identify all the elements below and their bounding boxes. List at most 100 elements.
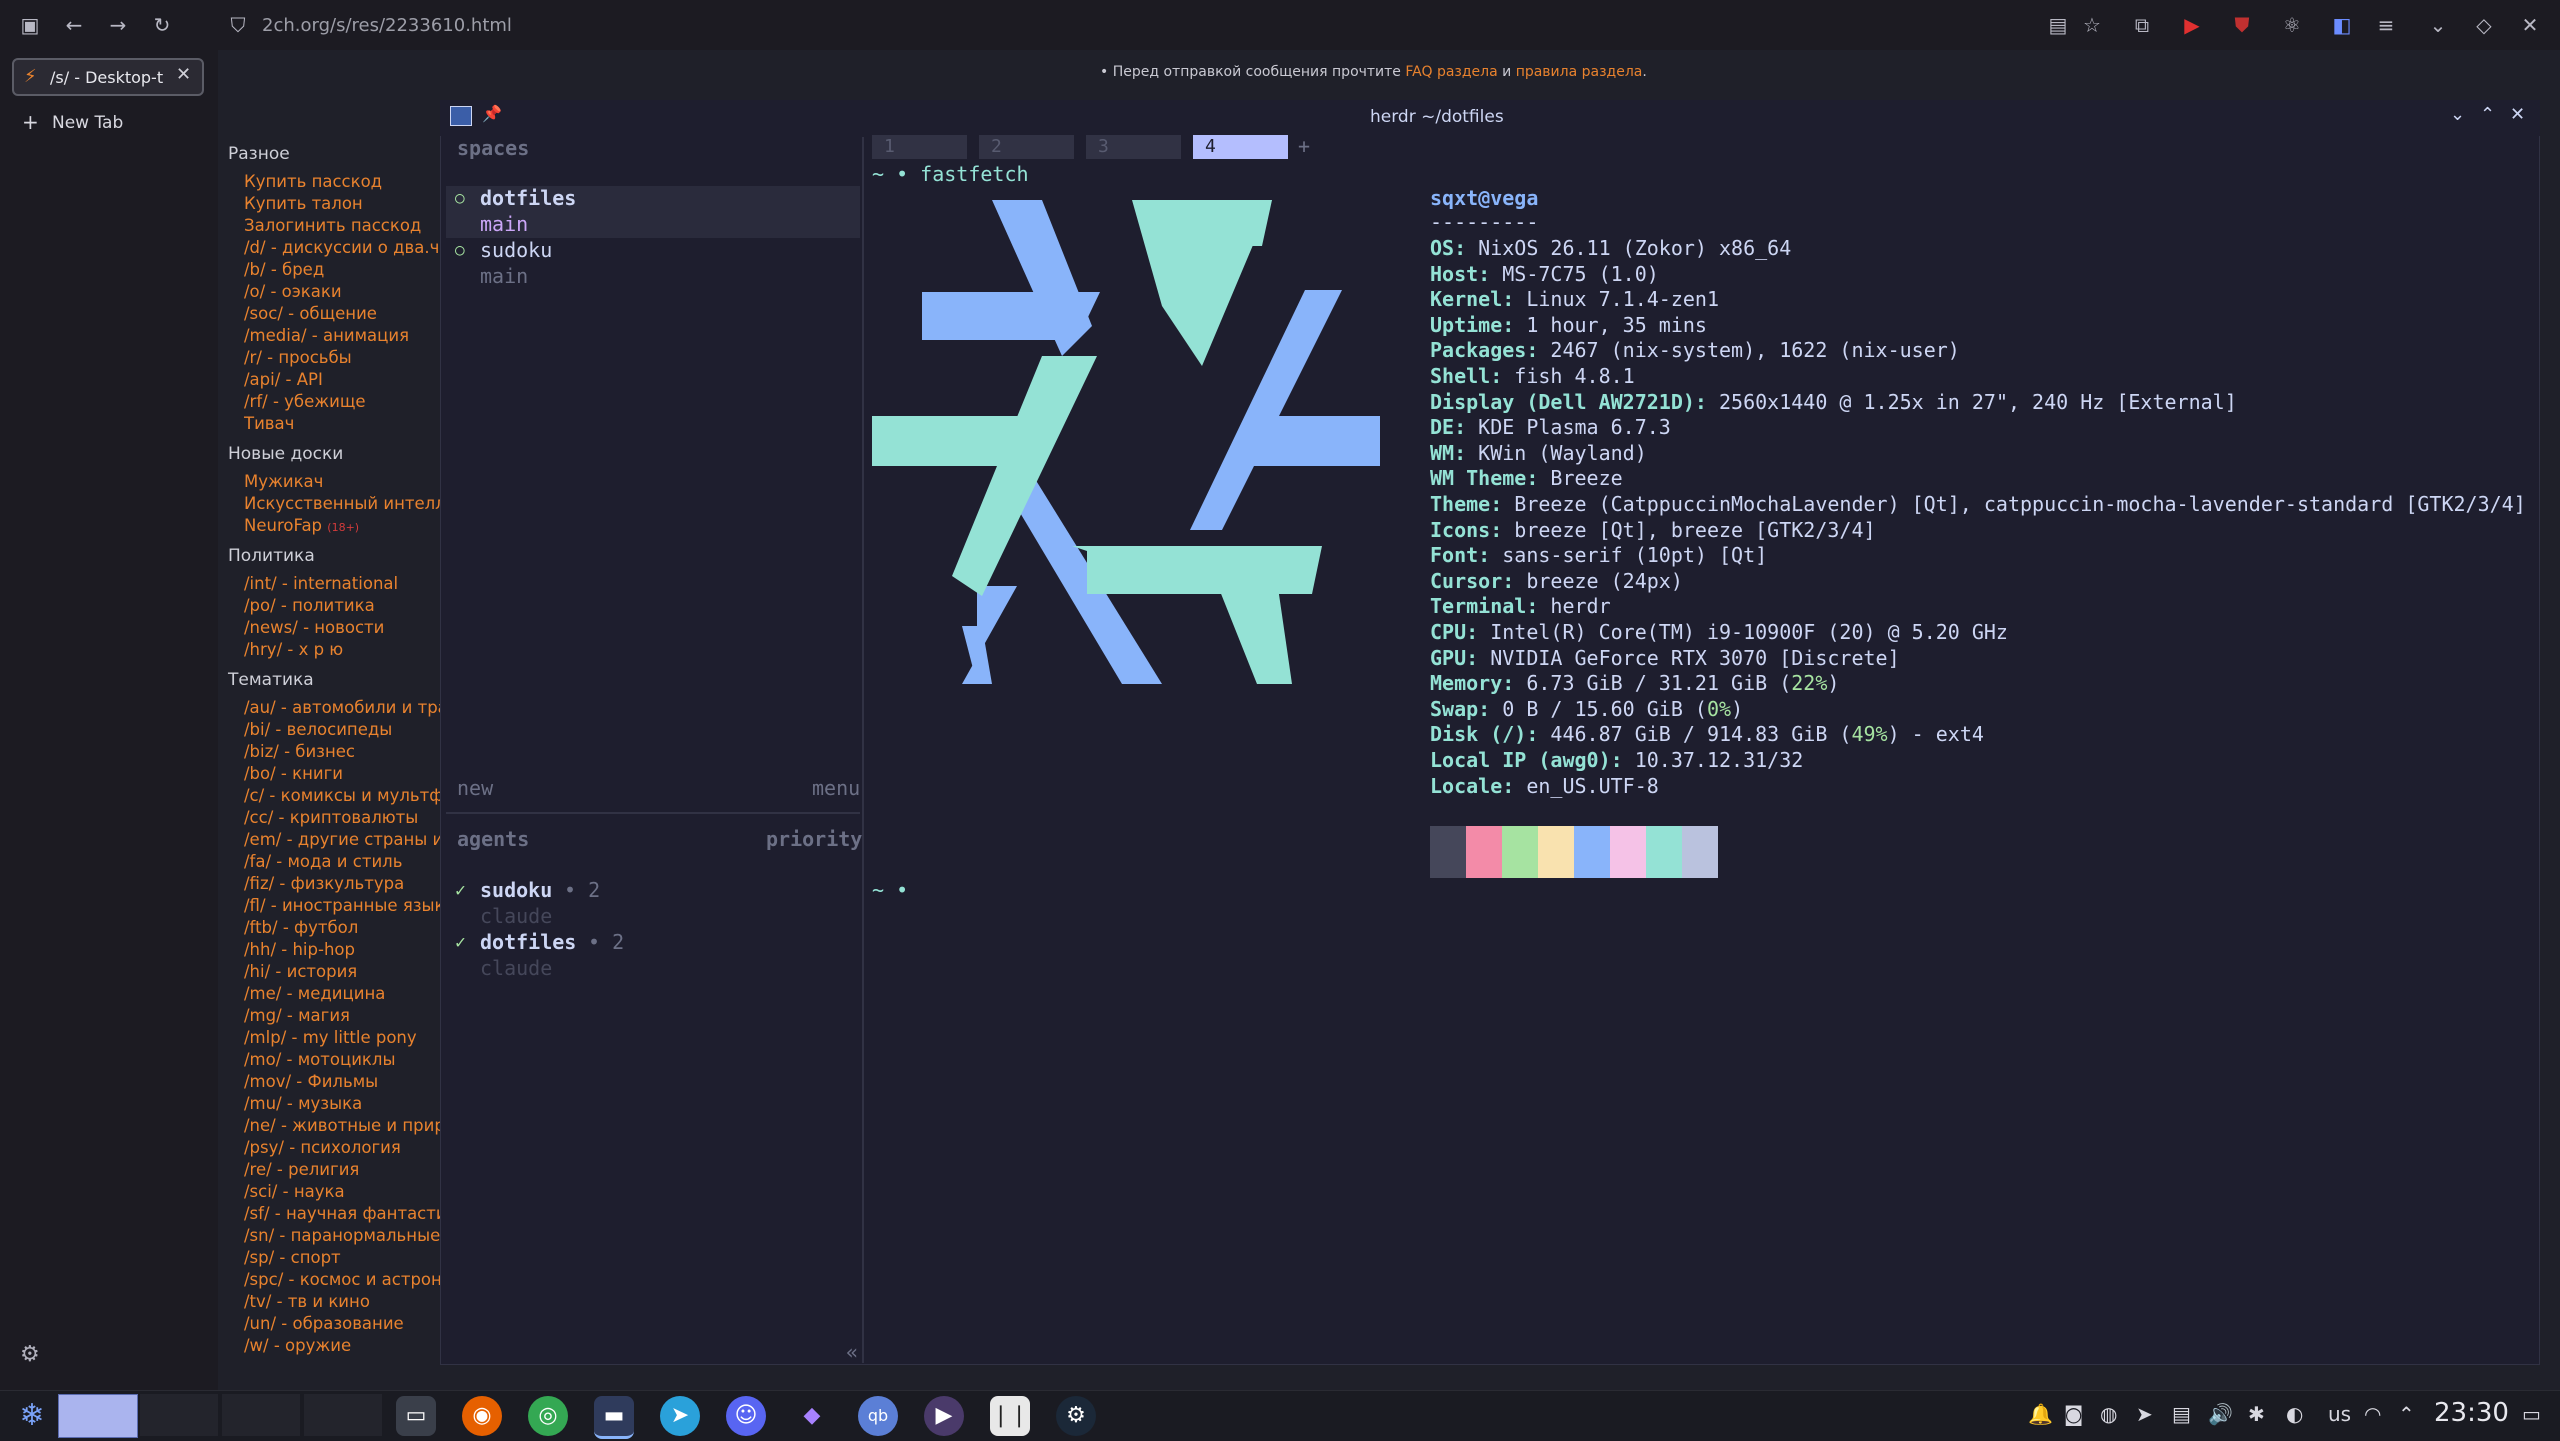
board-link[interactable]: Купить талон [244,194,440,213]
plus-icon[interactable]: + [22,110,39,134]
board-link[interactable]: /o/ - оэкаки [244,282,440,301]
board-link[interactable]: /news/ - новости [244,618,440,637]
chevron-down-icon[interactable]: ⌄ [2424,11,2452,39]
board-link[interactable]: Искусственный интеллект [244,494,440,513]
gear-icon[interactable]: ⚙ [20,1342,40,1367]
board-link-label[interactable]: /ftb/ - футбол [244,918,358,937]
pin-icon[interactable]: 📌 [482,104,502,123]
board-link[interactable]: /au/ - автомобили и транспорт [244,698,440,717]
collapse-sidebar-icon[interactable]: « [846,1340,858,1364]
board-link[interactable]: /spc/ - космос и астрономия [244,1270,440,1289]
maximize-icon[interactable]: ⌃ [2480,104,2495,125]
board-link-label[interactable]: /hry/ - х р ю [244,640,343,659]
shell-prompt-current[interactable]: ~ • [872,878,908,902]
board-link[interactable]: /biz/ - бизнес [244,742,440,761]
media-player-icon[interactable]: ▶ [924,1396,964,1436]
board-link[interactable]: /mo/ - мотоциклы [244,1050,440,1069]
board-link-label[interactable]: /em/ - другие страны и туризм [244,830,440,849]
board-link-label[interactable]: /w/ - оружие [244,1336,351,1355]
extensions-icon[interactable]: ⧉ [2128,11,2156,39]
board-link-label[interactable]: Залогинить пасскод [244,216,421,235]
terminal-tab-2[interactable]: 2 [979,135,1074,159]
board-link[interactable]: /mlp/ - my little pony [244,1028,440,1047]
board-link-label[interactable]: /news/ - новости [244,618,384,637]
board-link[interactable]: Мужикач [244,472,440,491]
bookmark-star-icon[interactable]: ☆ [2078,11,2106,39]
board-link[interactable]: /sn/ - паранормальные явления [244,1226,440,1245]
board-link-label[interactable]: /soc/ - общение [244,304,377,323]
show-desktop-icon[interactable]: ▭ [2522,1402,2541,1426]
menu-button[interactable]: menu [812,776,860,800]
board-link[interactable]: Залогинить пасскод [244,216,440,235]
board-link-label[interactable]: /bo/ - книги [244,764,343,783]
board-link-label[interactable]: /sci/ - наука [244,1182,345,1201]
minimize-icon[interactable]: ◇ [2470,11,2498,39]
agent-item-dotfiles[interactable]: dotfiles [480,930,576,954]
board-link[interactable]: /hi/ - история [244,962,440,981]
virtual-desktop-3[interactable] [222,1394,300,1436]
board-link[interactable]: /mov/ - Фильмы [244,1072,440,1091]
board-link[interactable]: /sp/ - спорт [244,1248,440,1267]
add-tab-button[interactable]: + [1298,134,1310,158]
faq-link[interactable]: FAQ раздела [1405,64,1497,80]
board-link-label[interactable]: /re/ - религия [244,1160,359,1179]
terminal-icon[interactable]: ▬ [594,1396,634,1439]
terminal-tab-1[interactable]: 1 [872,135,967,159]
board-link[interactable]: NeuroFap (18+) [244,516,440,535]
board-link[interactable]: /bo/ - книги [244,764,440,783]
board-link-label[interactable]: /int/ - international [244,574,398,593]
board-link[interactable]: /em/ - другие страны и туризм [244,830,440,849]
close-icon[interactable]: ✕ [2516,11,2544,39]
board-link[interactable]: /c/ - комиксы и мультфильмы [244,786,440,805]
board-link[interactable]: /api/ - API [244,370,440,389]
board-link[interactable]: /po/ - политика [244,596,440,615]
menu-icon[interactable]: ≡ [2372,11,2400,39]
board-link[interactable]: /hh/ - hip-hop [244,940,440,959]
board-link-label[interactable]: /media/ - анимация [244,326,409,345]
telegram-icon[interactable]: ➤ [660,1396,700,1436]
board-link[interactable]: /psy/ - психология [244,1138,440,1157]
minimize-icon[interactable]: ⌄ [2450,104,2465,125]
board-link[interactable]: /media/ - анимация [244,326,440,345]
board-link[interactable]: /ne/ - животные и природа [244,1116,440,1135]
board-link-label[interactable]: /fl/ - иностранные языки [244,896,440,915]
board-link[interactable]: /fl/ - иностранные языки [244,896,440,915]
forward-icon[interactable]: → [104,11,132,39]
rules-link[interactable]: правила раздела [1516,64,1643,80]
board-link-label[interactable]: /mo/ - мотоциклы [244,1050,395,1069]
board-link-label[interactable]: /mg/ - магия [244,1006,350,1025]
steam-icon[interactable]: ⚙ [1056,1396,1096,1436]
virtual-desktop-4[interactable] [304,1394,382,1436]
board-link-label[interactable]: /api/ - API [244,370,323,389]
file-manager-icon[interactable]: ▭ [396,1396,436,1436]
new-space-button[interactable]: new [457,776,493,800]
board-link[interactable]: /re/ - религия [244,1160,440,1179]
board-link[interactable]: /cc/ - криптовалюты [244,808,440,827]
chrome-icon[interactable]: ◎ [528,1396,568,1436]
board-link-label[interactable]: Мужикач [244,472,323,491]
board-link[interactable]: /fiz/ - физкультура [244,874,440,893]
board-link-label[interactable]: /ne/ - животные и природа [244,1116,440,1135]
terminal-tab-4[interactable]: 4 [1193,135,1288,159]
board-link-label[interactable]: /hh/ - hip-hop [244,940,355,959]
obsidian-icon[interactable]: ◆ [792,1396,832,1436]
board-link[interactable]: /rf/ - убежище [244,392,440,411]
board-link-label[interactable]: /mov/ - Фильмы [244,1072,378,1091]
board-link-label[interactable]: /sn/ - паранормальные явления [244,1226,440,1245]
clipboard-icon[interactable]: ▤ [2172,1402,2191,1426]
board-link-label[interactable]: /spc/ - космос и астрономия [244,1270,440,1289]
tab-close-icon[interactable]: ✕ [176,64,191,85]
board-link-label[interactable]: /mlp/ - my little pony [244,1028,417,1047]
board-link-label[interactable]: /psy/ - психология [244,1138,401,1157]
board-link-label[interactable]: Купить пасскод [244,172,382,191]
priority-sort[interactable]: priority [766,827,862,851]
board-link-label[interactable]: NeuroFap [244,516,322,535]
back-icon[interactable]: ← [60,11,88,39]
virtual-desktop-2[interactable] [140,1394,218,1436]
board-link-label[interactable]: /mu/ - музыка [244,1094,362,1113]
board-link-label[interactable]: /fa/ - мода и стиль [244,852,402,871]
app-icon[interactable]: ❘❘ [990,1396,1030,1436]
board-link[interactable]: /me/ - медицина [244,984,440,1003]
wifi-icon[interactable]: ◠ [2364,1402,2381,1426]
firefox-icon[interactable]: ◉ [462,1396,502,1436]
